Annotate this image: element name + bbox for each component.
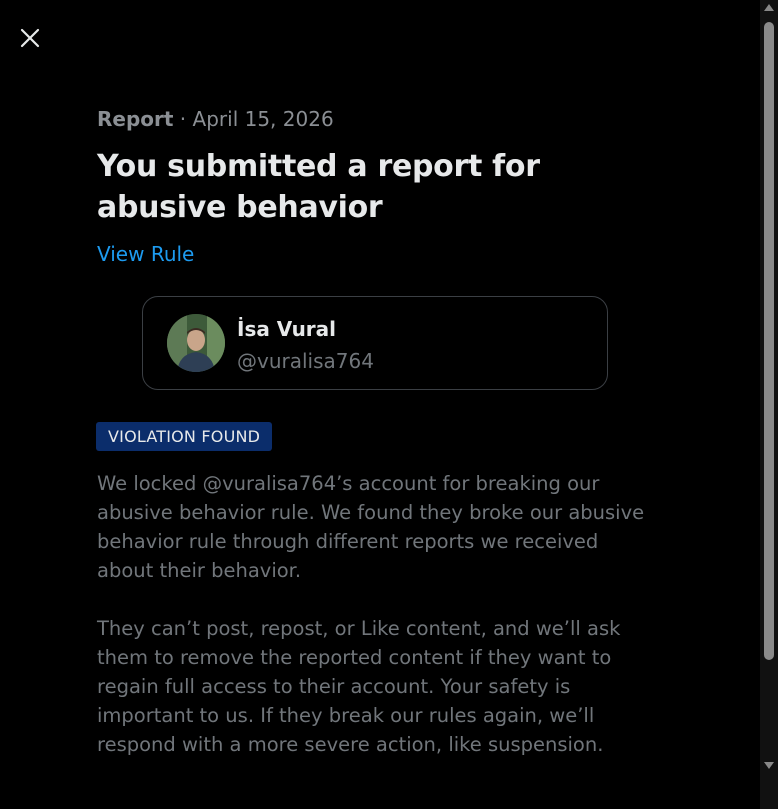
explanation-paragraph-1: We locked @vuralisa764’s account for bre… (97, 472, 645, 582)
scrollbar-thumb[interactable] (764, 22, 774, 660)
report-header: Report · April 15, 2026 You submitted a … (97, 104, 657, 268)
user-display-name: İsa Vural (237, 317, 337, 341)
report-detail-page: Report · April 15, 2026 You submitted a … (0, 0, 778, 809)
scroll-down-icon[interactable] (764, 762, 774, 769)
report-kind: Report (97, 107, 174, 131)
explanation-paragraph-2: They can’t post, repost, or Like content… (97, 617, 621, 756)
vertical-scrollbar[interactable] (760, 0, 778, 809)
scroll-up-icon[interactable] (764, 4, 774, 11)
close-button[interactable] (14, 22, 46, 54)
reported-user-card[interactable]: İsa Vural @vuralisa764 (142, 296, 608, 390)
page-title: You submitted a report for abusive behav… (97, 149, 540, 225)
status-badge: VIOLATION FOUND (96, 422, 273, 451)
view-rule-link[interactable]: View Rule (97, 240, 194, 268)
report-date: April 15, 2026 (192, 107, 334, 131)
report-meta: Report · April 15, 2026 (97, 104, 657, 134)
report-explanation: We locked @vuralisa764’s account for bre… (97, 469, 657, 759)
avatar (167, 314, 225, 372)
meta-separator: · (173, 107, 193, 131)
close-icon (20, 28, 40, 48)
user-handle: @vuralisa764 (237, 349, 374, 373)
